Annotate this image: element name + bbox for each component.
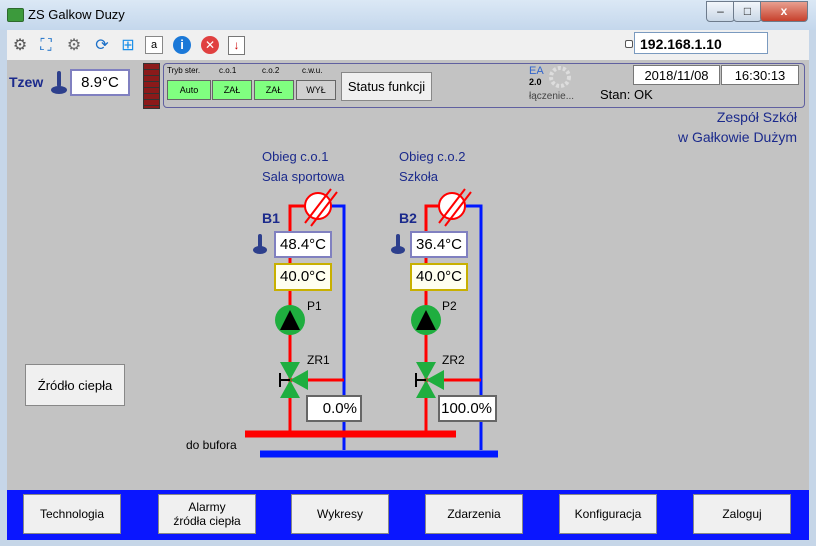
nav-alarmy[interactable]: Alarmy źródła ciepła	[158, 494, 256, 534]
thermometer-b2-icon	[391, 234, 405, 254]
pump-p1-icon	[275, 305, 305, 335]
nav-zaloguj[interactable]: Zaloguj	[693, 494, 791, 534]
heat-source-button[interactable]: Źródło ciepła	[25, 364, 125, 406]
valve-zr2-label: ZR2	[442, 353, 465, 367]
circuit1-location: Sala sportowa	[262, 169, 345, 184]
circuit1-name: Obieg c.o.1	[262, 149, 329, 164]
circuit1-id: B1	[262, 210, 280, 226]
pump-p1-label: P1	[307, 299, 322, 313]
valve-zr2-icon	[415, 362, 444, 398]
circuit1-temp: 48.4°C	[274, 231, 332, 258]
pump-p2-label: P2	[442, 299, 457, 313]
circuit2-name: Obieg c.o.2	[399, 149, 466, 164]
valve-zr1-label: ZR1	[307, 353, 330, 367]
circuit2-location: Szkoła	[399, 169, 439, 184]
nav-zdarzenia[interactable]: Zdarzenia	[425, 494, 523, 534]
thermometer-b1-icon	[253, 234, 267, 254]
valve-zr2-position: 100.0%	[438, 395, 497, 422]
circuit2-temp: 36.4°C	[410, 231, 468, 258]
nav-wykresy[interactable]: Wykresy	[291, 494, 389, 534]
circuit2-setpoint[interactable]: 40.0°C	[410, 263, 468, 291]
bottom-nav-bar	[7, 490, 809, 540]
pump-p2-icon	[411, 305, 441, 335]
hydraulic-diagram	[245, 188, 498, 458]
buffer-label: do bufora	[186, 438, 237, 452]
nav-konfiguracja[interactable]: Konfiguracja	[559, 494, 657, 534]
circuit2-id: B2	[399, 210, 417, 226]
nav-technologia[interactable]: Technologia	[23, 494, 121, 534]
circuit1-setpoint[interactable]: 40.0°C	[274, 263, 332, 291]
valve-zr1-position: 0.0%	[306, 395, 362, 422]
valve-zr1-icon	[279, 362, 308, 398]
